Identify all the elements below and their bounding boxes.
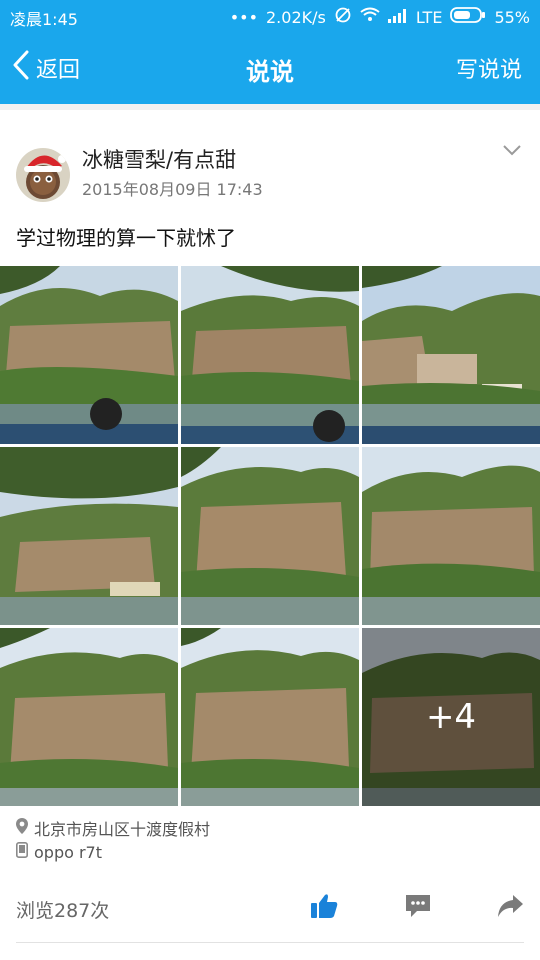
thumbs-up-icon <box>309 891 339 925</box>
share-arrow-icon <box>495 891 525 925</box>
comment-icon <box>403 891 433 925</box>
status-time: 凌晨1:45 <box>10 10 78 29</box>
location-text: 北京市房山区十渡度假村 <box>34 820 211 839</box>
top-navigation-bar: 返回 说说 写说说 <box>0 32 540 104</box>
wifi-icon <box>360 7 380 27</box>
photo-tile[interactable] <box>181 628 359 806</box>
status-dots: ••• <box>229 7 258 27</box>
photo-tile[interactable] <box>181 266 359 444</box>
photo-tile[interactable] <box>0 447 178 625</box>
share-button[interactable] <box>492 890 528 926</box>
status-bar: 凌晨1:45 ••• 2.02K/s LTE 55% <box>0 0 540 32</box>
photo-tile[interactable] <box>0 266 178 444</box>
do-not-disturb-icon <box>334 6 352 28</box>
comment-button[interactable] <box>400 890 436 926</box>
device-text: oppo r7t <box>34 842 103 862</box>
divider <box>16 942 524 943</box>
battery-icon <box>450 7 486 27</box>
photo-tile[interactable] <box>0 628 178 806</box>
status-speed: 2.02K/s <box>266 7 326 27</box>
avatar[interactable] <box>16 148 70 202</box>
post-username[interactable]: 冰糖雪梨/有点甜 <box>82 144 236 174</box>
signal-icon <box>387 8 408 27</box>
photo-tile[interactable] <box>181 447 359 625</box>
photo-tile[interactable] <box>362 447 540 625</box>
more-photos-count: +4 <box>425 697 477 737</box>
view-count: 浏览287次 <box>16 900 110 922</box>
post-text: 学过物理的算一下就怵了 <box>16 226 236 250</box>
photo-grid: +4 <box>0 266 540 806</box>
chevron-down-icon[interactable] <box>502 142 522 161</box>
photo-tile[interactable] <box>362 266 540 444</box>
status-battery: 55% <box>494 7 530 27</box>
post-device: oppo r7t <box>16 842 102 862</box>
post-timestamp: 2015年08月09日 17:43 <box>82 180 263 199</box>
phone-icon <box>16 842 28 862</box>
status-right: ••• 2.02K/s LTE 55% <box>230 6 530 28</box>
write-post-button[interactable]: 写说说 <box>456 52 522 84</box>
post-card: 冰糖雪梨/有点甜 2015年08月09日 17:43 学过物理的算一下就怵了 +… <box>0 110 540 960</box>
more-photos-tile[interactable]: +4 <box>362 628 540 806</box>
post-location[interactable]: 北京市房山区十渡度假村 <box>16 816 210 840</box>
location-pin-icon <box>16 818 28 838</box>
like-button[interactable] <box>306 890 342 926</box>
status-network: LTE <box>415 7 443 27</box>
